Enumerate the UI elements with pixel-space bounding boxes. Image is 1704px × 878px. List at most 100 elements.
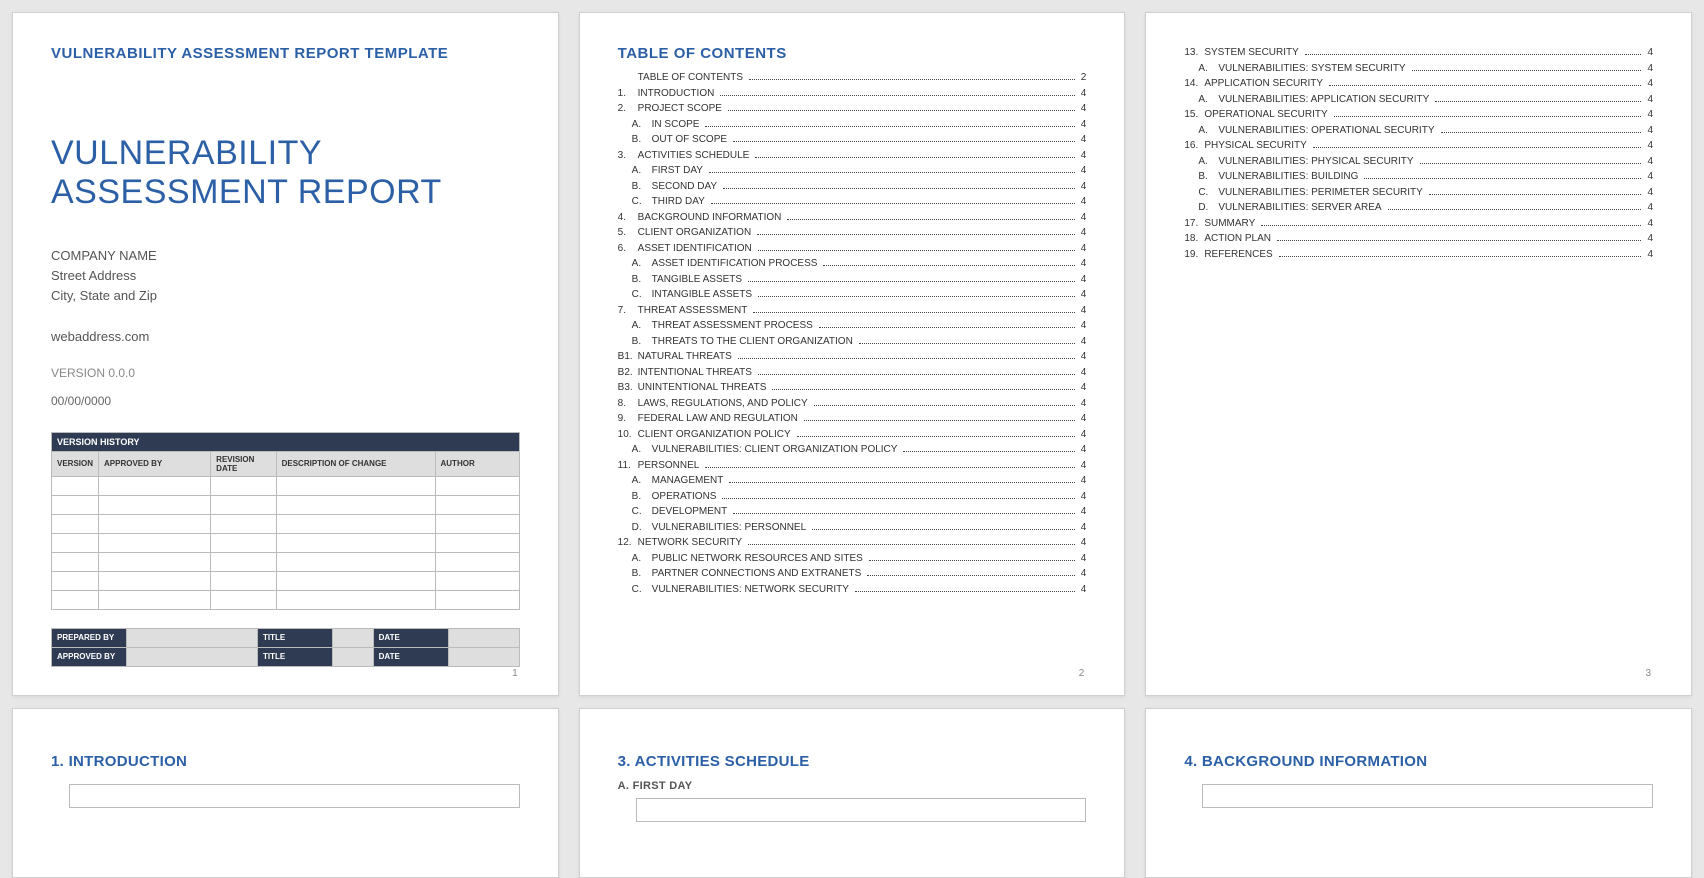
toc-leader — [797, 436, 1075, 437]
toc-entry[interactable]: TABLE OF CONTENTS2 — [618, 70, 1087, 86]
toc-page: 4 — [1077, 582, 1087, 598]
toc-entry[interactable]: A.VULNERABILITIES: PHYSICAL SECURITY4 — [1184, 154, 1653, 170]
toc-entry[interactable]: 1.INTRODUCTION4 — [618, 86, 1087, 102]
toc-entry[interactable]: 5.CLIENT ORGANIZATION4 — [618, 225, 1087, 241]
toc-number: 11. — [618, 458, 638, 474]
toc-entry[interactable]: 18.ACTION PLAN4 — [1184, 231, 1653, 247]
toc-entry[interactable]: 4.BACKGROUND INFORMATION4 — [618, 210, 1087, 226]
toc-label: PARTNER CONNECTIONS AND EXTRANETS — [652, 566, 866, 582]
page-toc-1: TABLE OF CONTENTS TABLE OF CONTENTS21.IN… — [579, 12, 1126, 696]
toc-entry[interactable]: 6.ASSET IDENTIFICATION4 — [618, 241, 1087, 257]
toc-entry[interactable]: 19.REFERENCES4 — [1184, 247, 1653, 263]
toc-number: B. — [632, 179, 652, 195]
toc-label: NATURAL THREATS — [638, 349, 736, 365]
toc-entry[interactable]: A.ASSET IDENTIFICATION PROCESS4 — [618, 256, 1087, 272]
toc-label: INTENTIONAL THREATS — [638, 365, 756, 381]
toc-entry[interactable]: A.THREAT ASSESSMENT PROCESS4 — [618, 318, 1087, 334]
toc-entry[interactable]: C.THIRD DAY4 — [618, 194, 1087, 210]
toc-entry[interactable]: B.VULNERABILITIES: BUILDING4 — [1184, 169, 1653, 185]
toc-page: 4 — [1077, 303, 1087, 319]
toc-entry[interactable]: A.VULNERABILITIES: OPERATIONAL SECURITY4 — [1184, 123, 1653, 139]
approved-by-cell — [127, 647, 258, 666]
toc-entry[interactable]: A.MANAGEMENT4 — [618, 473, 1087, 489]
toc-entry[interactable]: B2.INTENTIONAL THREATS4 — [618, 365, 1087, 381]
date-cell2 — [448, 647, 519, 666]
toc-label: PROJECT SCOPE — [638, 101, 726, 117]
toc-leader — [755, 157, 1074, 158]
toc-entry[interactable]: D.VULNERABILITIES: SERVER AREA4 — [1184, 200, 1653, 216]
toc-entry[interactable]: C.VULNERABILITIES: PERIMETER SECURITY4 — [1184, 185, 1653, 201]
toc-number: B1. — [618, 349, 638, 365]
toc-label: SYSTEM SECURITY — [1204, 45, 1302, 61]
toc-entry[interactable]: 10.CLIENT ORGANIZATION POLICY4 — [618, 427, 1087, 443]
toc-number: 3. — [618, 148, 638, 164]
toc-label: CLIENT ORGANIZATION POLICY — [638, 427, 795, 443]
toc-entry[interactable]: B.SECOND DAY4 — [618, 179, 1087, 195]
sub-title-first-day: A. FIRST DAY — [618, 780, 1087, 792]
title-cell2 — [333, 647, 374, 666]
company-address2: City, State and Zip — [51, 286, 520, 306]
toc-label: NETWORK SECURITY — [638, 535, 746, 551]
toc-entry[interactable]: A.VULNERABILITIES: SYSTEM SECURITY4 — [1184, 61, 1653, 77]
toc-entry[interactable]: 14.APPLICATION SECURITY4 — [1184, 76, 1653, 92]
toc-entry[interactable]: 16.PHYSICAL SECURITY4 — [1184, 138, 1653, 154]
toc-leader — [1364, 178, 1641, 179]
toc-entry[interactable]: B.OPERATIONS4 — [618, 489, 1087, 505]
toc-page: 4 — [1077, 396, 1087, 412]
toc-label: OPERATIONAL SECURITY — [1204, 107, 1331, 123]
toc-entry[interactable]: A.PUBLIC NETWORK RESOURCES AND SITES4 — [618, 551, 1087, 567]
toc-entry[interactable]: A.IN SCOPE4 — [618, 117, 1087, 133]
toc-number: A. — [632, 117, 652, 133]
toc-page: 4 — [1077, 535, 1087, 551]
toc-entry[interactable]: B3.UNINTENTIONAL THREATS4 — [618, 380, 1087, 396]
title-cell — [333, 628, 374, 647]
document-title: VULNERABILITY ASSESSMENT REPORT — [51, 134, 520, 212]
toc-label: BACKGROUND INFORMATION — [638, 210, 786, 226]
content-box — [636, 798, 1087, 822]
col-desc: DESCRIPTION OF CHANGE — [276, 451, 435, 476]
toc-entry[interactable]: 2.PROJECT SCOPE4 — [618, 101, 1087, 117]
toc-entry[interactable]: 8.LAWS, REGULATIONS, AND POLICY4 — [618, 396, 1087, 412]
toc-entry[interactable]: C.VULNERABILITIES: NETWORK SECURITY4 — [618, 582, 1087, 598]
col-author: AUTHOR — [435, 451, 519, 476]
col-approved: APPROVED BY — [99, 451, 211, 476]
toc-entry[interactable]: 15.OPERATIONAL SECURITY4 — [1184, 107, 1653, 123]
toc-entry[interactable]: 12.NETWORK SECURITY4 — [618, 535, 1087, 551]
toc-entry[interactable]: B.OUT OF SCOPE4 — [618, 132, 1087, 148]
page-activities: 3. ACTIVITIES SCHEDULE A. FIRST DAY — [579, 708, 1126, 878]
toc-number: C. — [1198, 185, 1218, 201]
toc-entry[interactable]: 17.SUMMARY4 — [1184, 216, 1653, 232]
toc-page: 4 — [1643, 76, 1653, 92]
toc-entry[interactable]: A.VULNERABILITIES: APPLICATION SECURITY4 — [1184, 92, 1653, 108]
toc-entry[interactable]: 13.SYSTEM SECURITY4 — [1184, 45, 1653, 61]
toc-entry[interactable]: B.PARTNER CONNECTIONS AND EXTRANETS4 — [618, 566, 1087, 582]
section-title-introduction: 1. INTRODUCTION — [51, 753, 520, 770]
toc-label: VULNERABILITIES: SERVER AREA — [1218, 200, 1385, 216]
toc-label: SECOND DAY — [652, 179, 721, 195]
toc-entry[interactable]: C.DEVELOPMENT4 — [618, 504, 1087, 520]
toc-entry[interactable]: 11.PERSONNEL4 — [618, 458, 1087, 474]
toc-entry[interactable]: B.TANGIBLE ASSETS4 — [618, 272, 1087, 288]
toc-entry[interactable]: 9.FEDERAL LAW AND REGULATION4 — [618, 411, 1087, 427]
toc-entry[interactable]: A.VULNERABILITIES: CLIENT ORGANIZATION P… — [618, 442, 1087, 458]
table-row — [52, 590, 520, 609]
toc-entry[interactable]: B1.NATURAL THREATS4 — [618, 349, 1087, 365]
toc-label: ASSET IDENTIFICATION PROCESS — [652, 256, 822, 272]
toc-leader — [753, 312, 1074, 313]
document-header: VULNERABILITY ASSESSMENT REPORT TEMPLATE — [51, 45, 520, 62]
toc-number: A. — [632, 551, 652, 567]
toc-entry[interactable]: A.FIRST DAY4 — [618, 163, 1087, 179]
toc-entry[interactable]: C.INTANGIBLE ASSETS4 — [618, 287, 1087, 303]
toc-page: 4 — [1077, 334, 1087, 350]
toc-number: B. — [632, 132, 652, 148]
toc-leader — [1441, 132, 1642, 133]
toc-entry[interactable]: 3.ACTIVITIES SCHEDULE4 — [618, 148, 1087, 164]
toc-leader — [1313, 147, 1642, 148]
date-label-cell: DATE — [373, 628, 448, 647]
toc-entry[interactable]: 7.THREAT ASSESSMENT4 — [618, 303, 1087, 319]
toc-number: B. — [1198, 169, 1218, 185]
toc-entry[interactable]: B.THREATS TO THE CLIENT ORGANIZATION4 — [618, 334, 1087, 350]
toc-page: 4 — [1643, 123, 1653, 139]
toc-number: 2. — [618, 101, 638, 117]
toc-entry[interactable]: D.VULNERABILITIES: PERSONNEL4 — [618, 520, 1087, 536]
